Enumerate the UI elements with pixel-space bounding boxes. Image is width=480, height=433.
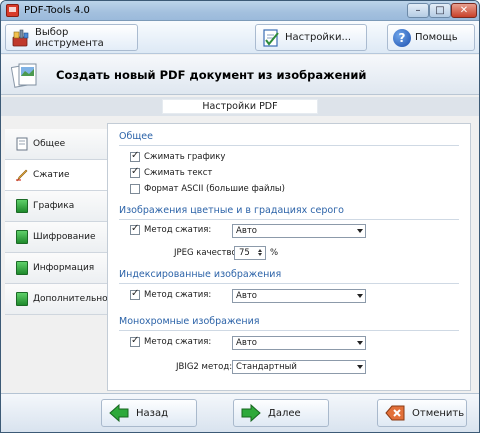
compress-graphics-checkbox[interactable]: Сжимать графику [130,150,226,162]
general-doc-icon [16,137,28,151]
group-divider [119,283,459,284]
cancel-button[interactable]: Отменить [377,399,467,427]
compress-text-checkbox[interactable]: Сжимать текст [130,166,213,178]
main-toolbar: Выбор инструмента Настройки... ? Помощь [1,21,479,54]
checkbox-label: Метод сжатия: [144,290,212,300]
help-button[interactable]: ? Помощь [387,24,475,51]
compression-settings-panel: Общее Сжимать графику Сжимать текст Форм… [107,123,471,391]
app-window: PDF-Tools 4.0 – □ ✕ Выбор инструмента На… [0,0,480,433]
nav-item-label: Информация [33,263,95,273]
select-tool-button[interactable]: Выбор инструмента [5,24,138,51]
mono-method-dropdown[interactable]: Авто [232,336,366,350]
nav-item-label: Общее [33,139,66,149]
jbig2-method-dropdown[interactable]: Стандартный [232,360,366,374]
jpeg-quality-label: JPEG качество: [174,248,240,258]
color-method-checkbox[interactable]: Метод сжатия: [130,223,212,235]
spin-down-icon[interactable] [257,253,264,258]
jpeg-unit-label: % [270,248,279,258]
checkbox-box[interactable] [130,184,140,194]
group-divider [119,219,459,220]
page-title: Создать новый PDF документ из изображени… [56,68,367,82]
section-bar: Настройки PDF [1,97,479,116]
ascii-format-checkbox[interactable]: Формат ASCII (большие файлы) [130,184,285,194]
checkbox-label: Метод сжатия: [144,337,212,347]
checkbox-label: Метод сжатия: [144,225,212,235]
checkbox-label: Сжимать графику [144,152,226,162]
checkbox-label: Формат ASCII (большие файлы) [144,184,285,194]
checkbox-box[interactable] [130,166,140,178]
spinner-value: 75 [239,248,250,258]
window-title: PDF-Tools 4.0 [24,5,90,16]
dropdown-value: Авто [236,226,257,236]
chevron-down-icon[interactable] [357,365,363,369]
back-button[interactable]: Назад [101,399,197,427]
mono-images-group-heading: Монохромные изображения [119,316,260,327]
section-title: Настройки PDF [162,99,318,114]
general-group-heading: Общее [119,131,153,142]
checkbox-box[interactable] [130,335,140,347]
chevron-down-icon[interactable] [357,341,363,345]
tools-icon [12,29,29,46]
indexed-method-dropdown[interactable]: Авто [232,289,366,303]
dropdown-value: Авто [236,291,257,301]
close-button[interactable]: ✕ [451,3,477,18]
checkbox-box[interactable] [130,150,140,162]
cancel-x-icon [385,405,405,421]
maximize-button[interactable]: □ [429,3,451,18]
images-to-pdf-icon [11,63,37,88]
chevron-down-icon[interactable] [357,229,363,233]
encryption-icon [16,230,28,244]
pdf-tools-app-icon [6,4,19,17]
help-label: Помощь [415,32,458,43]
indexed-method-checkbox[interactable]: Метод сжатия: [130,288,212,300]
nav-item-graphics[interactable]: Графика [5,191,107,222]
nav-item-general[interactable]: Общее [5,129,107,160]
nav-item-encryption[interactable]: Шифрование [5,222,107,253]
checkbox-box[interactable] [130,288,140,300]
minimize-button[interactable]: – [407,3,429,18]
compression-pencil-icon [16,169,28,182]
nav-item-advanced[interactable]: Дополнительно [5,284,108,315]
color-method-dropdown[interactable]: Авто [232,224,366,238]
group-divider [119,145,459,146]
nav-item-label: Графика [33,201,75,211]
dropdown-value: Авто [236,338,257,348]
checkbox-box[interactable] [130,223,140,235]
nav-item-information[interactable]: Информация [5,253,107,284]
information-icon [16,261,28,275]
mono-method-checkbox[interactable]: Метод сжатия: [130,335,212,347]
title-bar[interactable]: PDF-Tools 4.0 – □ ✕ [1,1,479,21]
settings-checklist-icon [263,28,279,47]
settings-label: Настройки... [285,32,352,43]
select-tool-label: Выбор инструмента [35,26,104,49]
chevron-down-icon[interactable] [357,294,363,298]
settings-button[interactable]: Настройки... [255,24,367,51]
next-button[interactable]: Далее [233,399,329,427]
nav-item-compression[interactable]: Сжатие [5,160,107,191]
nav-item-label: Шифрование [33,232,96,242]
jbig2-method-label: JBIG2 метод: [176,362,233,372]
checkbox-label: Сжимать текст [144,168,213,178]
settings-nav: Общее Сжатие Графика Шифрование Информац… [5,129,108,315]
advanced-icon [16,292,28,306]
graphics-icon [16,199,28,213]
color-images-group-heading: Изображения цветные и в градациях серого [119,205,344,216]
jpeg-quality-spinner[interactable]: 75 [234,246,266,260]
wizard-footer: Назад Далее Отменить [1,393,479,432]
indexed-images-group-heading: Индексированные изображения [119,269,282,280]
cancel-label: Отменить [412,407,465,419]
nav-item-label: Дополнительно [33,294,108,304]
help-icon: ? [393,28,411,47]
back-arrow-icon [109,403,129,423]
back-label: Назад [136,407,169,419]
page-header: Создать новый PDF документ из изображени… [1,55,479,95]
dropdown-value: Стандартный [236,362,297,372]
next-arrow-icon [241,403,261,423]
next-label: Далее [268,407,301,419]
group-divider [119,330,459,331]
nav-item-label: Сжатие [33,170,70,180]
